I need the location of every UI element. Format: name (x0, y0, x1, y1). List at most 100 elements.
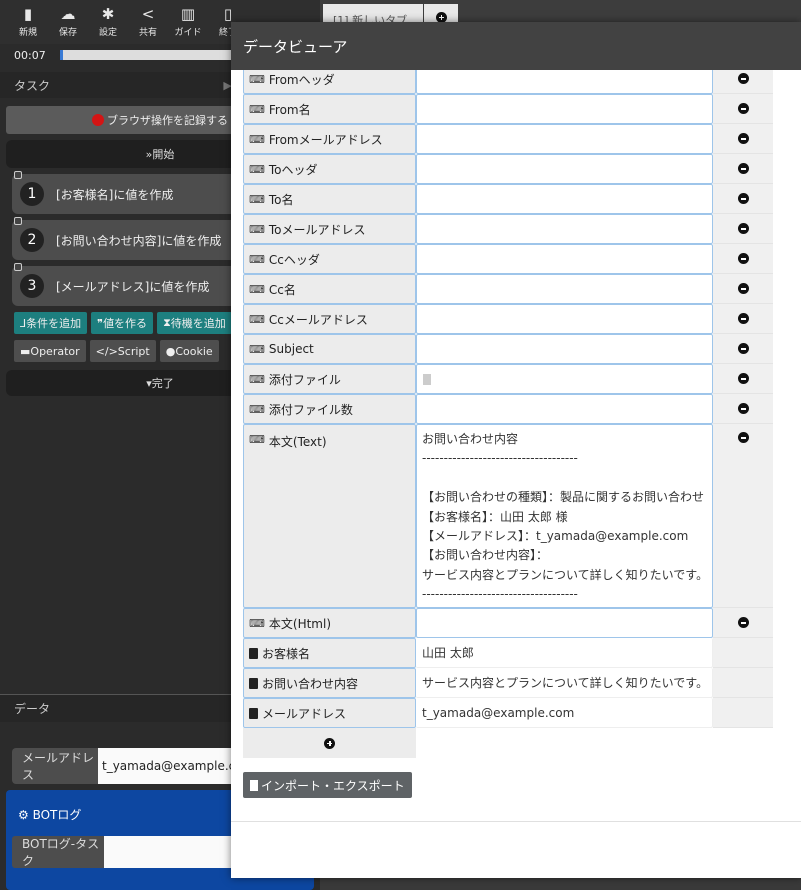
cloud-upload-icon: ☁ (60, 4, 76, 23)
field-value[interactable] (416, 334, 713, 364)
field-value: サービス内容とプランについて詳しく知りたいです。 (416, 668, 713, 698)
guide-label: ガイド (174, 27, 202, 38)
cookie-button[interactable]: ● Cookie (159, 340, 219, 362)
field-row: ⌨ From名 (243, 94, 773, 124)
field-value[interactable] (416, 184, 713, 214)
remove-field-icon[interactable] (737, 283, 749, 294)
field-value[interactable] (416, 244, 713, 274)
settings-button[interactable]: ✱ 設定 (88, 0, 128, 44)
field-label: From名 (268, 102, 311, 117)
field-row: ⌨ Fromメールアドレス (243, 124, 773, 154)
remove-field-icon[interactable] (737, 253, 749, 264)
share-label: 共有 (138, 27, 157, 38)
field-row: ⌨ Fromヘッダ (243, 70, 773, 94)
keyboard-icon: ⌨ (249, 192, 265, 206)
guide-button[interactable]: ▥ ガイド (168, 0, 208, 44)
field-label: Toヘッダ (268, 162, 318, 177)
remove-field-icon[interactable] (737, 73, 749, 84)
file-icon (423, 373, 431, 385)
field-value[interactable] (416, 304, 713, 334)
remove-field-icon[interactable] (737, 193, 749, 204)
field-value[interactable] (416, 394, 713, 424)
field-row: ⌨ Cc名 (243, 274, 773, 304)
body-text-value[interactable]: お問い合わせ内容 -------------------------------… (417, 425, 708, 605)
field-row: ⌨ 本文(Text) お問い合わせ内容 ----------------------… (243, 424, 773, 608)
step-label: [メールアドレス]に値を作成 (56, 279, 210, 294)
share-button[interactable]: < 共有 (128, 0, 168, 44)
new-label: 新規 (18, 27, 37, 38)
field-value[interactable] (416, 364, 713, 394)
field-value[interactable] (416, 124, 713, 154)
make-value-label: 値を作る (103, 317, 148, 330)
plus-icon (435, 11, 447, 23)
add-field-button[interactable] (243, 728, 416, 758)
remove-field-icon[interactable] (737, 373, 749, 384)
field-label: 添付ファイル数 (268, 402, 353, 417)
field-label: Subject (268, 342, 314, 356)
make-value-button[interactable]: ❞ 値を作る (91, 312, 154, 334)
remove-field-icon[interactable] (737, 163, 749, 174)
field-value[interactable] (416, 608, 713, 638)
remove-field-icon[interactable] (737, 313, 749, 324)
remove-field-icon[interactable] (737, 403, 749, 414)
chevron-down-icon: » (145, 147, 153, 161)
save-button[interactable]: ☁ 保存 (48, 0, 88, 44)
remove-field-icon[interactable] (737, 223, 749, 234)
new-button[interactable]: ▮ 新規 (8, 0, 48, 44)
modal-title: データビューア (243, 37, 348, 56)
remove-field-icon[interactable] (737, 343, 749, 354)
remove-field-icon[interactable] (737, 432, 749, 443)
field-row: ⌨ Ccメールアドレス (243, 304, 773, 334)
save-label: 保存 (58, 27, 77, 38)
field-label-cell: お問い合わせ内容 (243, 668, 416, 698)
field-label-cell: ⌨ Subject (243, 334, 416, 364)
import-export-button[interactable]: インポート・エクスポート (243, 772, 412, 798)
bot-log-task-label: BOTログ-タスク (22, 837, 100, 868)
field-action-cell (713, 214, 773, 244)
copy-icon (249, 707, 258, 719)
remove-field-icon[interactable] (737, 617, 749, 628)
field-action-cell (713, 698, 773, 728)
field-value[interactable] (416, 154, 713, 184)
field-label: Cc名 (268, 282, 296, 297)
field-grid: ⌨ Fromヘッダ ⌨ From名 ⌨ Fromメールアドレス ⌨ Toヘッダ ⌨ To名 ⌨ Toメ… (243, 70, 773, 758)
field-value: 山田 太郎 (416, 638, 713, 668)
field-row: ⌨ To名 (243, 184, 773, 214)
field-label-cell: ⌨ Fromヘッダ (243, 70, 416, 94)
step-handle-icon[interactable] (14, 217, 22, 225)
field-value[interactable] (416, 274, 713, 304)
plus-icon (324, 737, 335, 749)
field-value[interactable] (416, 94, 713, 124)
field-action-cell (713, 274, 773, 304)
bot-log-title-text: BOTログ (32, 808, 82, 822)
field-action-cell (713, 668, 773, 698)
field-label-cell: ⌨ 本文(Text) (243, 424, 416, 608)
field-label: メールアドレス (262, 706, 347, 721)
field-row: ⌨ 添付ファイル (243, 364, 773, 394)
operator-button[interactable]: ▬ Operator (14, 340, 86, 362)
script-button[interactable]: </> Script (89, 340, 156, 362)
field-value: t_yamada@example.com (416, 698, 713, 728)
add-condition-button[interactable]: ⅃ 条件を追加 (14, 312, 88, 334)
field-row: メールアドレス t_yamada@example.com (243, 698, 773, 728)
remove-field-icon[interactable] (737, 103, 749, 114)
modal-footer-divider (231, 821, 801, 822)
field-value[interactable]: お問い合わせ内容 -------------------------------… (416, 424, 713, 608)
field-label-cell: ⌨ 添付ファイル (243, 364, 416, 394)
operator-label: Operator (30, 344, 80, 358)
step-handle-icon[interactable] (14, 171, 22, 179)
field-label-cell: ⌨ 添付ファイル数 (243, 394, 416, 424)
field-value[interactable] (416, 70, 713, 94)
copy-icon (249, 677, 258, 689)
field-action-cell (713, 364, 773, 394)
keyboard-icon: ⌨ (249, 132, 265, 146)
field-label-cell: お客様名 (243, 638, 416, 668)
keyboard-icon: ⌨ (249, 162, 265, 176)
field-value[interactable] (416, 214, 713, 244)
remove-field-icon[interactable] (737, 133, 749, 144)
add-wait-button[interactable]: ⧗ 待機を追加 (157, 312, 232, 334)
step-handle-icon[interactable] (14, 263, 22, 271)
keyboard-icon: ⌨ (249, 312, 265, 326)
field-row: ⌨ Ccヘッダ (243, 244, 773, 274)
field-label: 本文(Text) (268, 435, 327, 449)
